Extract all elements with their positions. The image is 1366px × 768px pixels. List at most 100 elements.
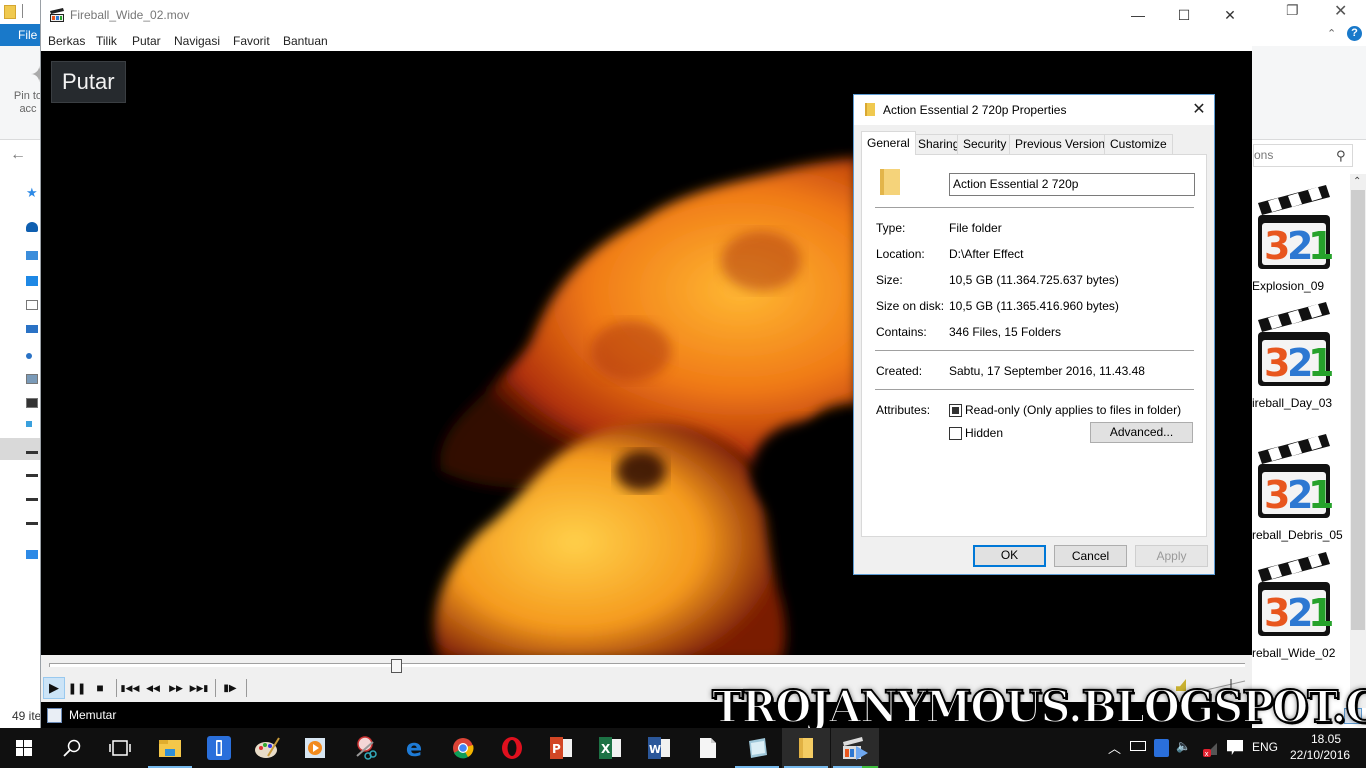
player-titlebar[interactable]: Fireball_Wide_02.mov — ☐ ✕ — [41, 0, 1252, 31]
drive-icon[interactable] — [26, 498, 38, 501]
clock-date[interactable]: 22/10/2016 — [1290, 748, 1350, 762]
taskbar-opera[interactable] — [488, 728, 536, 768]
file-tile[interactable]: 3 2 1 ireball_Day_03 — [1252, 300, 1347, 415]
this-pc-icon[interactable] — [26, 251, 38, 260]
menu-bantuan[interactable]: Bantuan — [283, 34, 328, 48]
taskbar-battery-app[interactable] — [195, 728, 243, 768]
maximize-button[interactable]: ☐ — [1161, 0, 1207, 31]
tab-customize[interactable]: Customize — [1104, 134, 1173, 154]
file-tile[interactable]: 3 2 1 reball_Debris_05 — [1252, 432, 1347, 547]
search-input[interactable]: ons ⚲ — [1253, 144, 1353, 167]
media-player-icon — [305, 738, 325, 758]
menu-berkas[interactable]: Berkas — [48, 34, 85, 48]
close-button[interactable]: ✕ — [1186, 98, 1212, 122]
show-hidden-icons-button[interactable]: ︿ — [1108, 738, 1121, 757]
taskbar-edge[interactable]: e — [390, 728, 438, 768]
volume-tray-icon[interactable]: 🔈 — [1176, 739, 1191, 753]
taskbar-word[interactable]: W — [635, 728, 683, 768]
restore-icon[interactable]: ❐ — [1286, 2, 1299, 19]
battery-tray-icon[interactable] — [1154, 739, 1169, 757]
menu-putar[interactable]: Putar — [132, 34, 161, 48]
clock-time[interactable]: 18.05 — [1306, 732, 1346, 746]
pictures-icon[interactable] — [26, 374, 38, 384]
action-center-icon[interactable] — [1227, 740, 1243, 755]
taskbar-file-explorer[interactable] — [146, 728, 194, 768]
close-button[interactable]: ✕ — [1207, 0, 1253, 31]
quick-access-star-icon[interactable]: ★ — [26, 185, 38, 201]
folder-name-input[interactable]: Action Essential 2 720p — [949, 173, 1195, 196]
mpc-video-file-icon: 3 2 1 — [1258, 185, 1332, 269]
file-tile[interactable]: 3 2 1 Explosion_09 — [1252, 183, 1347, 298]
file-name: reball_Wide_02 — [1252, 646, 1336, 660]
pause-button[interactable]: ❚❚ — [66, 677, 88, 699]
menu-favorit[interactable]: Favorit — [233, 34, 270, 48]
frame-step-button[interactable]: ▮▶ — [219, 677, 241, 699]
menu-navigasi[interactable]: Navigasi — [174, 34, 220, 48]
network-icon[interactable] — [26, 550, 38, 559]
close-icon[interactable]: ✕ — [1334, 1, 1347, 21]
tab-previous-versions[interactable]: Previous Versions — [1009, 134, 1118, 154]
taskbar-snipping-tool[interactable] — [341, 728, 389, 768]
taskbar-paint[interactable] — [243, 728, 291, 768]
windows-drive-icon[interactable] — [26, 421, 32, 427]
rewind-button[interactable]: ◀◀ — [142, 677, 164, 699]
seek-bar[interactable] — [41, 655, 1252, 675]
play-button[interactable]: ▶ — [43, 677, 65, 699]
contains-value: 346 Files, 15 Folders — [949, 325, 1062, 339]
documents-icon[interactable] — [26, 300, 38, 310]
scrollbar-thumb[interactable] — [1351, 190, 1365, 630]
desktop-icon[interactable] — [26, 276, 38, 286]
taskbar-excel[interactable]: X — [586, 728, 634, 768]
edge-icon: e — [405, 734, 423, 762]
ok-button[interactable]: OK — [973, 545, 1046, 567]
tab-security[interactable]: Security — [957, 134, 1013, 154]
dialog-titlebar[interactable]: Action Essential 2 720p Properties ✕ — [854, 95, 1214, 125]
onedrive-icon[interactable] — [26, 222, 38, 232]
drive-icon[interactable] — [26, 474, 38, 477]
svg-text:1: 1 — [1308, 591, 1332, 635]
svg-text:X: X — [601, 742, 611, 756]
taskbar-media-player[interactable] — [291, 728, 339, 768]
downloads-icon[interactable] — [26, 325, 38, 333]
help-icon[interactable]: ? — [1347, 26, 1362, 41]
previous-button[interactable]: ▮◀◀ — [119, 677, 141, 699]
cancel-button[interactable]: Cancel — [1054, 545, 1127, 567]
readonly-checkbox[interactable] — [949, 404, 962, 417]
menu-tilik[interactable]: Tilik — [96, 34, 117, 48]
advanced-button[interactable]: Advanced... — [1090, 422, 1193, 443]
back-arrow-icon[interactable]: ← — [10, 146, 26, 164]
readonly-label[interactable]: Read-only (Only applies to files in fold… — [965, 403, 1181, 417]
network-disconnected-icon[interactable]: x — [1201, 741, 1217, 758]
task-view-button[interactable] — [96, 728, 144, 768]
drive-icon[interactable] — [26, 522, 38, 525]
fast-forward-button[interactable]: ▶▶ — [165, 677, 187, 699]
taskbar-mpc-hc[interactable] — [831, 728, 879, 768]
taskbar-blank-document[interactable] — [684, 728, 732, 768]
seek-track[interactable] — [49, 663, 1245, 667]
hidden-checkbox[interactable] — [949, 427, 962, 440]
seek-thumb[interactable] — [390, 659, 402, 673]
search-button[interactable] — [48, 728, 96, 768]
mpc-hc-icon — [843, 737, 868, 760]
tab-general[interactable]: General — [861, 131, 916, 155]
music-icon[interactable] — [26, 353, 32, 359]
file-tile[interactable]: 3 2 1 reball_Wide_02 — [1252, 550, 1347, 665]
stop-button[interactable]: ■ — [89, 677, 111, 699]
minimize-button[interactable]: — — [1115, 0, 1161, 31]
language-indicator[interactable]: ENG — [1252, 740, 1278, 754]
scroll-up-icon[interactable]: ⌃ — [1353, 176, 1361, 187]
ribbon-file-tab[interactable]: File — [0, 24, 44, 46]
hidden-label[interactable]: Hidden — [965, 426, 1003, 440]
ribbon-collapse-icon[interactable]: ⌃ — [1327, 27, 1336, 40]
start-button[interactable] — [0, 728, 48, 768]
search-placeholder: ons — [1254, 148, 1274, 162]
power-icon[interactable] — [1130, 741, 1146, 751]
taskbar-chrome[interactable] — [439, 728, 487, 768]
taskbar-powerpoint[interactable]: P — [537, 728, 585, 768]
taskbar-folder[interactable] — [782, 728, 830, 768]
taskbar-notes[interactable] — [733, 728, 781, 768]
next-button[interactable]: ▶▶▮ — [188, 677, 210, 699]
drive-icon[interactable] — [26, 451, 38, 454]
apply-button[interactable]: Apply — [1135, 545, 1208, 567]
videos-icon[interactable] — [26, 398, 38, 408]
